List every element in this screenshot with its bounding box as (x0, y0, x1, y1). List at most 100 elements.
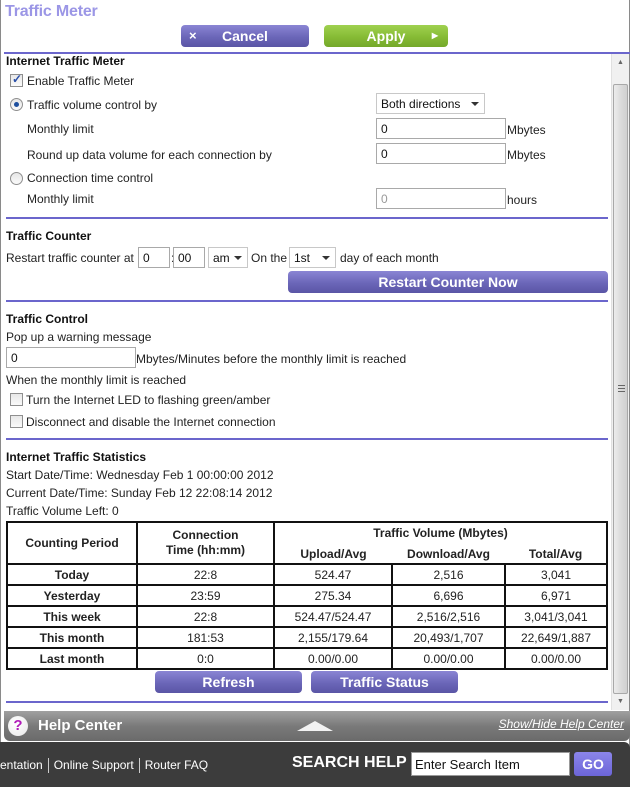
footer-link-online-support[interactable]: Online Support (54, 758, 134, 772)
ampm-select-value: am (213, 251, 230, 265)
on-the-label: On the (251, 251, 288, 265)
direction-select[interactable]: Both directions (376, 93, 485, 114)
header-connection-time: Connection Time (hh:mm) (136, 521, 275, 565)
time-monthly-limit-input[interactable] (376, 188, 506, 209)
cell-download: 20,493/1,707 (391, 626, 506, 649)
enable-traffic-meter-label: Enable Traffic Meter (27, 74, 135, 88)
chevron-down-icon (471, 102, 479, 106)
section-heading-traffic-meter: Internet Traffic Meter (6, 54, 125, 68)
cell-connection-time: 22:8 (136, 605, 275, 628)
footer-links: entation Online Support Router FAQ (0, 758, 208, 774)
ampm-select[interactable]: am (208, 247, 248, 268)
scroll-up-icon[interactable]: ▲ (612, 54, 629, 71)
scroll-down-icon[interactable]: ▼ (612, 693, 629, 710)
cancel-button[interactable]: × Cancel (181, 25, 309, 47)
restart-hour-input[interactable] (138, 247, 170, 268)
time-monthly-limit-label: Monthly limit (27, 192, 94, 206)
apply-label: Apply (366, 28, 406, 44)
chevron-down-icon (234, 256, 242, 260)
header-counting-period: Counting Period (6, 521, 138, 565)
warning-threshold-suffix: Mbytes/Minutes before the monthly limit … (136, 352, 407, 366)
section-heading-traffic-counter: Traffic Counter (6, 229, 92, 243)
when-reached-label: When the monthly limit is reached (6, 373, 187, 387)
header-total: Total/Avg (505, 543, 608, 565)
footer-link-router-faq[interactable]: Router FAQ (145, 758, 208, 772)
round-up-input[interactable] (376, 143, 506, 164)
traffic-status-button[interactable]: Traffic Status (311, 671, 458, 693)
cell-total: 3,041/3,041 (504, 605, 608, 628)
cell-connection-time: 0:0 (136, 647, 275, 670)
monthly-limit-unit: Mbytes (507, 123, 546, 137)
divider (6, 300, 608, 302)
cell-period: Yesterday (6, 584, 138, 607)
table-row: This week 22:8 524.47/524.47 2,516/2,516 3,0… (6, 605, 608, 628)
restart-counter-now-button[interactable]: Restart Counter Now (288, 271, 608, 293)
cell-total: 0.00/0.00 (504, 647, 608, 670)
help-center-bar: ? Help Center Show/Hide Help Center (4, 711, 630, 741)
cell-download: 2,516/2,516 (391, 605, 506, 628)
cell-upload: 0.00/0.00 (273, 647, 393, 670)
cell-upload: 524.47 (273, 563, 393, 586)
monthly-limit-input[interactable] (376, 118, 506, 139)
divider (6, 217, 608, 219)
connection-time-control-radio[interactable] (10, 172, 23, 185)
help-question-icon: ? (8, 716, 28, 736)
table-row: Last month 0:0 0.00/0.00 0.00/0.00 0.00/0.00 (6, 647, 608, 670)
section-heading-statistics: Internet Traffic Statistics (6, 450, 147, 464)
search-help-label: SEARCH HELP (292, 754, 407, 771)
start-datetime: Start Date/Time: Wednesday Feb 1 00:00:0… (6, 468, 274, 482)
cell-period: Today (6, 563, 138, 586)
header-upload: Upload/Avg (273, 543, 392, 565)
day-select-value: 1st (294, 251, 311, 265)
cell-download: 2,516 (391, 563, 506, 586)
direction-select-value: Both directions (381, 97, 461, 111)
round-up-label: Round up data volume for each connection… (27, 148, 272, 162)
link-separator (47, 758, 49, 774)
monthly-limit-label: Monthly limit (27, 122, 94, 136)
flash-led-label: Turn the Internet LED to flashing green/… (26, 393, 271, 407)
day-suffix-label: day of each month (340, 251, 439, 265)
close-icon: × (189, 28, 197, 43)
restart-at-label: Restart traffic counter at (6, 251, 134, 265)
restart-minute-input[interactable] (173, 247, 205, 268)
scrollbar-thumb[interactable] (613, 84, 628, 694)
cell-upload: 524.47/524.47 (273, 605, 393, 628)
search-go-button[interactable]: GO (574, 752, 612, 776)
day-select[interactable]: 1st (289, 247, 336, 268)
warning-threshold-input[interactable] (6, 347, 136, 368)
apply-button[interactable]: Apply ▶ (324, 25, 448, 47)
divider (6, 438, 608, 440)
grip-icon (618, 385, 625, 392)
cell-period: This week (6, 605, 138, 628)
footer-link-documentation[interactable]: entation (0, 758, 43, 772)
traffic-volume-control-radio[interactable] (10, 98, 23, 111)
flash-led-checkbox[interactable] (10, 393, 23, 406)
cell-period: Last month (6, 647, 138, 670)
header-connection-time-text: Connection Time (hh:mm) (165, 528, 246, 557)
footer: entation Online Support Router FAQ SEARCH … (0, 742, 630, 787)
refresh-button[interactable]: Refresh (155, 671, 302, 693)
traffic-volume-control-label: Traffic volume control by (27, 98, 158, 112)
search-help-input[interactable] (411, 752, 570, 776)
enable-traffic-meter-checkbox[interactable] (10, 72, 23, 87)
header-traffic-volume: Traffic Volume (Mbytes) (273, 521, 608, 543)
link-separator (138, 758, 140, 774)
traffic-volume-left: Traffic Volume Left: 0 (6, 504, 119, 518)
cell-total: 3,041 (504, 563, 608, 586)
cancel-label: Cancel (222, 28, 268, 44)
chevron-down-icon (322, 256, 330, 260)
disconnect-label: Disconnect and disable the Internet conn… (26, 415, 276, 429)
round-up-unit: Mbytes (507, 148, 546, 162)
disconnect-checkbox[interactable] (10, 415, 23, 428)
section-heading-traffic-control: Traffic Control (6, 312, 89, 326)
table-row: This month 181:53 2,155/179.64 20,493/1,707… (6, 626, 608, 649)
show-hide-help-link[interactable]: Show/Hide Help Center (499, 717, 624, 731)
content-scroll-area: Internet Traffic Meter Enable Traffic Me… (0, 53, 630, 710)
traffic-statistics-table: Counting Period Connection Time (hh:mm) … (6, 521, 608, 670)
page-title: Traffic Meter (5, 3, 98, 20)
cell-connection-time: 181:53 (136, 626, 275, 649)
expand-up-icon[interactable] (297, 721, 333, 731)
cell-upload: 2,155/179.64 (273, 626, 393, 649)
vertical-scrollbar[interactable]: ▲ ▼ (611, 54, 629, 710)
cell-connection-time: 23:59 (136, 584, 275, 607)
